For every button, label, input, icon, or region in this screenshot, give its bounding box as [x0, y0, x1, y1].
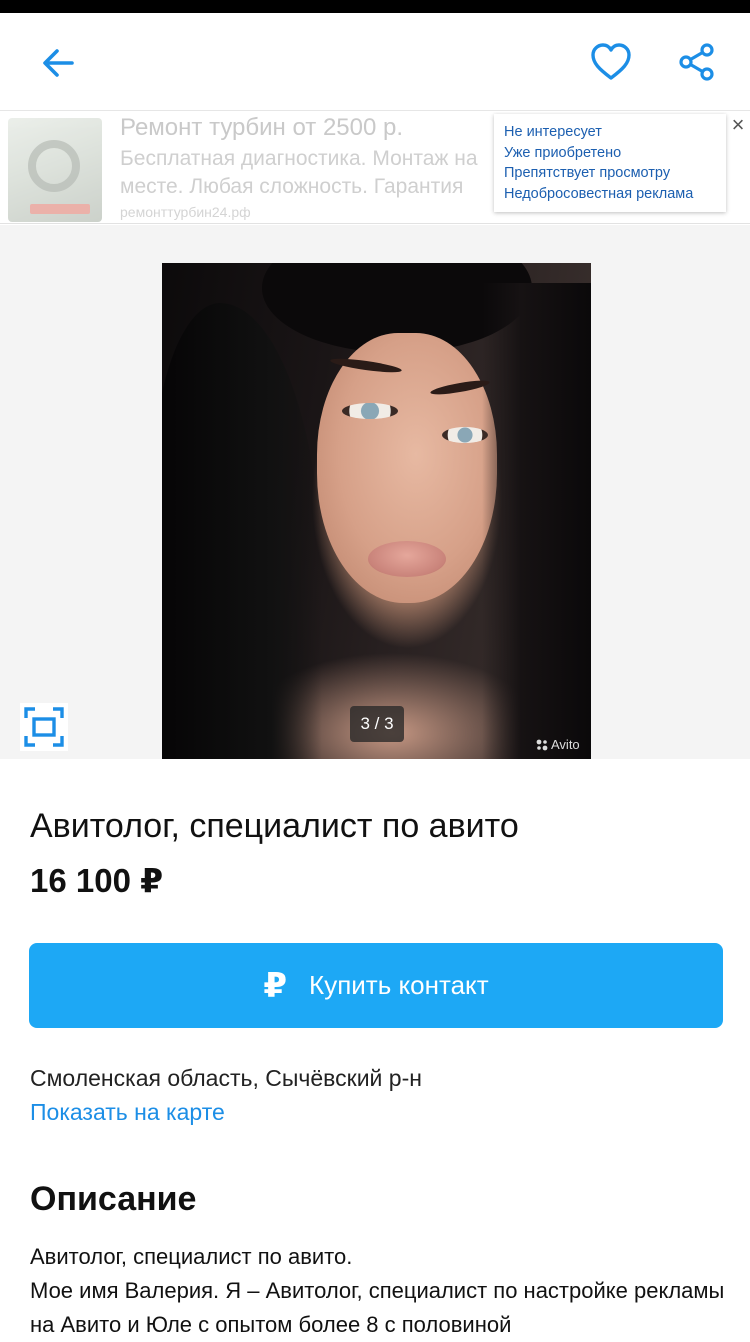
buy-contact-label: Купить контакт	[309, 970, 489, 1000]
ad-text: Бесплатная диагностика. Монтаж на месте.…	[120, 147, 478, 198]
photo-counter: 3 / 3	[350, 706, 404, 742]
buy-contact-button[interactable]: ₽ Купить контакт	[29, 943, 723, 1028]
heart-outline-icon	[591, 43, 631, 80]
description-line-2: Мое имя Валерия. Я – Авитолог, специалис…	[30, 1278, 725, 1337]
status-bar	[0, 0, 750, 13]
ad-menu-dishonest-ad[interactable]: Недобросовестная реклама	[504, 184, 726, 205]
listing-location: Смоленская область, Сычёвский р-н	[30, 1065, 422, 1091]
ad-image	[8, 118, 102, 222]
ruble-icon: ₽	[263, 966, 288, 1005]
description-line-1: Авитолог, специалист по авито.	[30, 1244, 353, 1269]
arrow-left-icon	[43, 49, 74, 77]
app-bar	[0, 13, 750, 111]
ad-menu-already-bought[interactable]: Уже приобретено	[504, 143, 726, 164]
avito-watermark: Avito	[536, 737, 580, 752]
description-heading: Описание	[30, 1180, 197, 1218]
avito-logo-icon	[536, 739, 548, 751]
ad-menu-obstructs-view[interactable]: Препятствует просмотру	[504, 163, 726, 184]
fullscreen-icon	[24, 707, 64, 747]
show-on-map-link[interactable]: Показать на карте	[30, 1097, 225, 1127]
close-icon[interactable]: ×	[728, 114, 748, 136]
photo-gallery[interactable]: 3 / 3 Avito	[0, 225, 750, 759]
favorite-button[interactable]	[589, 41, 633, 83]
ad-banner[interactable]: Ремонт турбин от 2500 р. Бесплатная диаг…	[0, 112, 750, 224]
listing-price: 16 100 ₽	[30, 862, 164, 899]
description-text: Авитолог, специалист по авито. Мое имя В…	[30, 1240, 730, 1342]
share-icon	[679, 43, 714, 81]
ad-feedback-menu: Не интересует Уже приобретено Препятству…	[494, 114, 726, 212]
listing-title: Авитолог, специалист по авито	[30, 807, 519, 845]
watermark-text: Avito	[551, 737, 580, 752]
ad-title: Ремонт турбин от 2500 р.	[120, 114, 404, 141]
listing-photo[interactable]: 3 / 3 Avito	[162, 263, 591, 759]
share-button[interactable]	[676, 41, 718, 83]
fullscreen-button[interactable]	[20, 703, 68, 751]
ad-menu-not-interested[interactable]: Не интересует	[504, 122, 726, 143]
ad-domain: ремонттурбин24.рф	[120, 204, 251, 220]
back-button[interactable]	[38, 43, 78, 83]
